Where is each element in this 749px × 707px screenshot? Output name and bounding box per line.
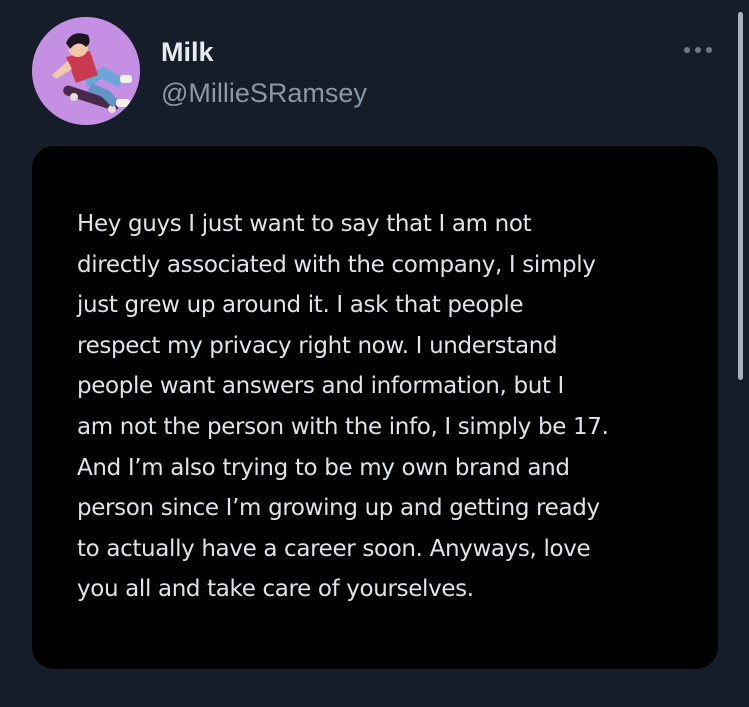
profile-avatar-illustration [32, 17, 140, 125]
more-horizontal-icon[interactable] [678, 38, 718, 62]
user-handle[interactable]: @MillieSRamsey [161, 77, 367, 109]
note-text: Hey guys I just want to say that I am no… [77, 211, 609, 603]
avatar[interactable] [32, 17, 140, 125]
display-name[interactable]: Milk [161, 36, 214, 68]
scrollbar-thumb[interactable] [738, 12, 743, 380]
notes-screenshot-card: Hey guys I just want to say that I am no… [32, 146, 718, 669]
